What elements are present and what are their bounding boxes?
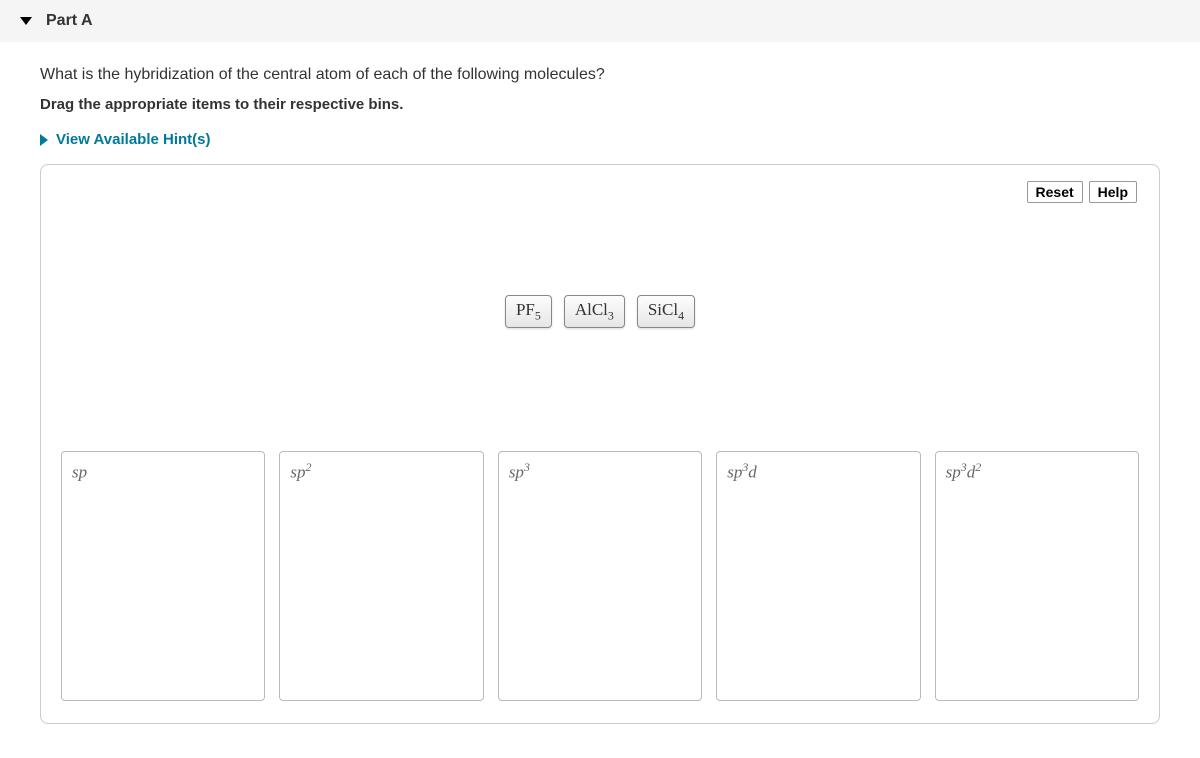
help-button[interactable]: Help [1089, 181, 1137, 203]
formula-sub: 5 [535, 308, 541, 322]
view-hints-toggle[interactable]: View Available Hint(s) [40, 131, 1160, 148]
section-header: Part A [0, 0, 1200, 42]
bin-sp3d[interactable]: sp3d [716, 451, 920, 701]
chevron-down-icon[interactable] [20, 17, 32, 25]
formula-base: SiCl [648, 300, 678, 319]
question-text: What is the hybridization of the central… [40, 66, 1160, 84]
workspace-controls: Reset Help [1027, 181, 1137, 203]
bins-row: sp sp2 sp3 sp3d sp3d2 [61, 451, 1139, 701]
formula-sub: 3 [608, 308, 614, 322]
page-container: Part A What is the hybridization of the … [0, 0, 1200, 748]
instruction-text: Drag the appropriate items to their resp… [40, 96, 1160, 113]
bin-sp3[interactable]: sp3 [498, 451, 702, 701]
bin-label: sp [72, 460, 254, 483]
draggable-source-area: PF5 AlCl3 SiCl4 [41, 295, 1159, 328]
bin-label: sp2 [290, 460, 472, 483]
draggable-alcl3[interactable]: AlCl3 [564, 295, 625, 328]
formula-base: AlCl [575, 300, 608, 319]
bin-label: sp3d [727, 460, 909, 483]
chevron-right-icon [40, 134, 48, 146]
bin-label: sp3 [509, 460, 691, 483]
reset-button[interactable]: Reset [1027, 181, 1083, 203]
content-area: What is the hybridization of the central… [0, 42, 1200, 748]
bin-label: sp3d2 [946, 460, 1128, 483]
formula-sub: 4 [678, 308, 684, 322]
part-title: Part A [46, 12, 93, 30]
draggable-sicl4[interactable]: SiCl4 [637, 295, 695, 328]
bin-sp2[interactable]: sp2 [279, 451, 483, 701]
bin-sp3d2[interactable]: sp3d2 [935, 451, 1139, 701]
hints-label: View Available Hint(s) [56, 131, 211, 148]
bin-sp[interactable]: sp [61, 451, 265, 701]
drag-workspace: Reset Help PF5 AlCl3 SiCl4 sp s [40, 164, 1160, 724]
draggable-pf5[interactable]: PF5 [505, 295, 552, 328]
formula-base: PF [516, 300, 535, 319]
